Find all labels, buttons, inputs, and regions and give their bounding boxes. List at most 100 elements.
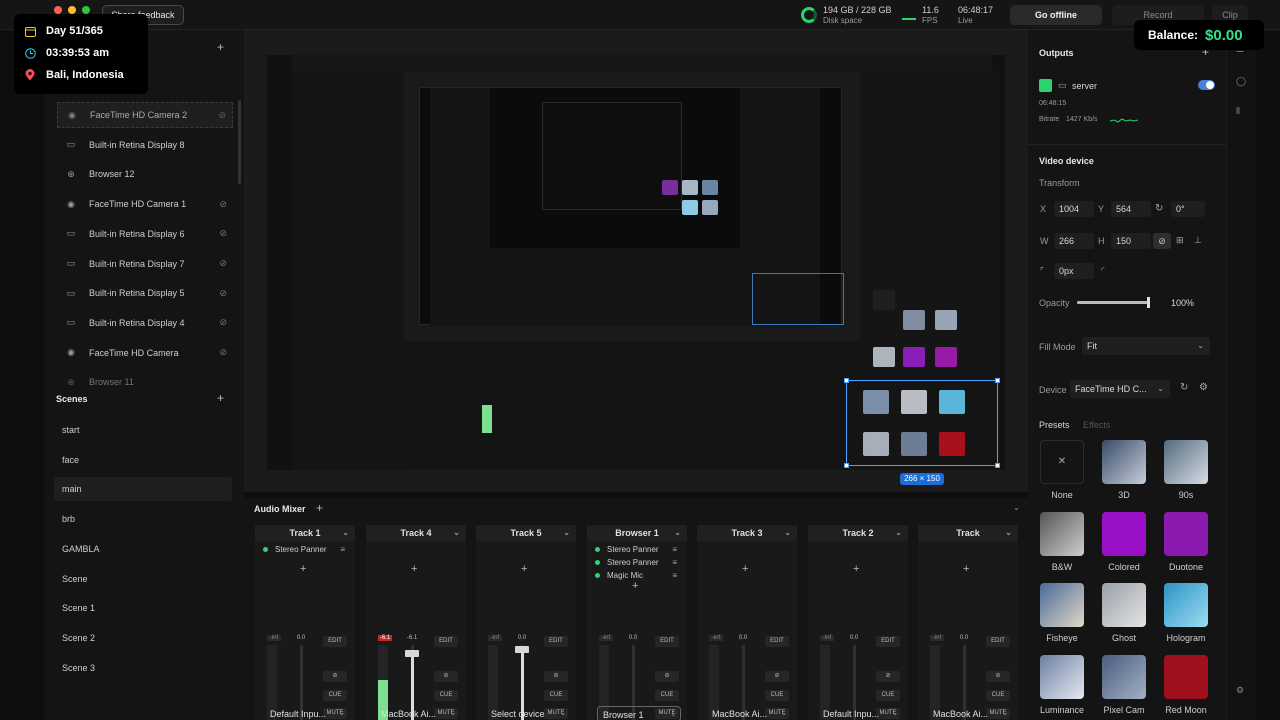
add-effect-icon[interactable]: + bbox=[632, 580, 638, 592]
link-aspect-icon[interactable]: ⊘ bbox=[1153, 233, 1171, 249]
scene-item[interactable]: Scene bbox=[54, 567, 232, 591]
chevron-down-icon[interactable]: ⌄ bbox=[895, 525, 902, 541]
collapse-mixer-icon[interactable]: ⌄ bbox=[1013, 503, 1020, 512]
effect-item[interactable]: Stereo Panner ≡ bbox=[593, 543, 687, 556]
rotation-input[interactable]: 0° bbox=[1171, 201, 1205, 217]
close-window-button[interactable] bbox=[54, 6, 62, 14]
preset-thumbnail[interactable] bbox=[1040, 654, 1084, 699]
effect-settings-icon[interactable]: ≡ bbox=[672, 543, 677, 556]
x-position-input[interactable]: 1004 bbox=[1054, 201, 1094, 217]
program-preview[interactable] bbox=[267, 55, 1005, 470]
layers-scrollbar[interactable] bbox=[238, 100, 241, 184]
corner-shape-icon[interactable]: ◜ bbox=[1101, 265, 1105, 276]
track-header[interactable]: Browser 1 ⌄ bbox=[587, 525, 687, 541]
input-source-select[interactable]: MacBook Ai... ⌄ bbox=[928, 706, 1012, 720]
scene-item[interactable]: Scene 3 bbox=[54, 656, 232, 680]
chat-icon[interactable]: ◯ bbox=[1236, 76, 1246, 87]
add-effect-icon[interactable]: + bbox=[521, 563, 527, 575]
cue-button[interactable]: CUE bbox=[655, 690, 679, 701]
visibility-toggle-icon[interactable]: ⊘ bbox=[219, 258, 227, 269]
gear-icon[interactable]: ⚙ bbox=[1199, 382, 1208, 393]
edit-button[interactable]: EDIT bbox=[876, 636, 900, 647]
visibility-toggle-icon[interactable]: ⊘ bbox=[219, 317, 227, 328]
fader-knob[interactable] bbox=[405, 649, 419, 657]
preset-thumbnail[interactable] bbox=[1040, 511, 1084, 556]
layer-item[interactable]: ▭ Built-in Retina Display 8 bbox=[57, 132, 233, 158]
audio-wave-icon[interactable]: ⦀ bbox=[1236, 106, 1240, 117]
effect-settings-icon[interactable]: ≡ bbox=[672, 556, 677, 569]
track-header[interactable]: Track 1 ⌄ bbox=[255, 525, 355, 541]
preset-thumbnail[interactable] bbox=[1164, 583, 1208, 627]
track-header[interactable]: Track 3 ⌄ bbox=[697, 525, 797, 541]
add-effect-icon[interactable]: + bbox=[742, 563, 748, 575]
chevron-down-icon[interactable]: ⌄ bbox=[342, 525, 349, 541]
layer-item[interactable]: ⊕ Browser 11 bbox=[57, 369, 233, 395]
preset-thumbnail[interactable] bbox=[1164, 654, 1208, 699]
effect-item[interactable]: Magic Mic ≡ bbox=[593, 569, 687, 582]
layer-item[interactable]: ⊕ Browser 12 bbox=[57, 161, 233, 187]
scene-item[interactable]: Scene 1 bbox=[54, 596, 232, 620]
link-icon[interactable]: ⊘ bbox=[434, 671, 458, 682]
cue-button[interactable]: CUE bbox=[434, 690, 458, 701]
cue-button[interactable]: CUE bbox=[323, 690, 347, 701]
preset-thumbnail[interactable] bbox=[1102, 654, 1146, 699]
visibility-toggle-icon[interactable]: ⊘ bbox=[219, 228, 227, 239]
track-header[interactable]: Track 2 ⌄ bbox=[808, 525, 908, 541]
edit-button[interactable]: EDIT bbox=[655, 636, 679, 647]
add-effect-icon[interactable]: + bbox=[963, 563, 969, 575]
layer-item[interactable]: ▭ Built-in Retina Display 5 ⊘ bbox=[57, 280, 233, 306]
layer-item[interactable]: ▭ Built-in Retina Display 4 ⊘ bbox=[57, 310, 233, 336]
edit-button[interactable]: EDIT bbox=[986, 636, 1010, 647]
add-effect-icon[interactable]: + bbox=[411, 563, 417, 575]
preset-thumbnail[interactable] bbox=[1164, 511, 1208, 556]
align-bottom-icon[interactable]: ⊥ bbox=[1194, 235, 1202, 246]
chevron-down-icon[interactable]: ⌄ bbox=[563, 525, 570, 541]
add-scene-icon[interactable]: + bbox=[217, 391, 224, 405]
visibility-toggle-icon[interactable]: ⊘ bbox=[219, 199, 227, 210]
link-icon[interactable]: ⊘ bbox=[544, 671, 568, 682]
chevron-down-icon[interactable]: ⌄ bbox=[453, 525, 460, 541]
selection-box[interactable] bbox=[846, 380, 998, 466]
input-source-select[interactable]: Select device ⌄ bbox=[486, 706, 570, 720]
input-source-select[interactable]: Default Inpu... ⌄ bbox=[818, 706, 902, 720]
visibility-toggle-icon[interactable]: ⊘ bbox=[219, 288, 227, 299]
chevron-down-icon[interactable]: ⌄ bbox=[674, 525, 681, 541]
track-header[interactable]: Track 5 ⌄ bbox=[476, 525, 576, 541]
input-source-select[interactable]: MacBook Ai... ⌄ bbox=[376, 706, 460, 720]
link-icon[interactable]: ⊘ bbox=[655, 671, 679, 682]
layer-item[interactable]: ◉ FaceTime HD Camera 2 ⊘ bbox=[57, 102, 233, 128]
preset-thumbnail[interactable] bbox=[1102, 440, 1146, 484]
link-icon[interactable]: ⊘ bbox=[765, 671, 789, 682]
corner-radius-input[interactable]: 0px bbox=[1054, 263, 1094, 279]
effect-item[interactable]: Stereo Panner ≡ bbox=[593, 556, 687, 569]
edit-button[interactable]: EDIT bbox=[765, 636, 789, 647]
add-effect-icon[interactable]: + bbox=[853, 563, 859, 575]
height-input[interactable]: 150 bbox=[1111, 233, 1151, 249]
input-source-select[interactable]: MacBook Ai... ⌄ bbox=[707, 706, 791, 720]
effect-item[interactable]: Stereo Panner ≡ bbox=[261, 543, 355, 556]
visibility-toggle-icon[interactable]: ⊘ bbox=[218, 110, 226, 121]
effect-settings-icon[interactable]: ≡ bbox=[340, 543, 345, 556]
add-layer-icon[interactable]: + bbox=[217, 40, 224, 54]
layer-item[interactable]: ◉ FaceTime HD Camera 1 ⊘ bbox=[57, 191, 233, 217]
cue-button[interactable]: CUE bbox=[986, 690, 1010, 701]
layer-item[interactable]: ▭ Built-in Retina Display 6 ⊘ bbox=[57, 221, 233, 247]
cue-button[interactable]: CUE bbox=[765, 690, 789, 701]
tab-presets[interactable]: Presets bbox=[1039, 420, 1070, 430]
preset-thumbnail[interactable] bbox=[1040, 583, 1084, 627]
zoom-window-button[interactable] bbox=[82, 6, 90, 14]
effect-settings-icon[interactable]: ≡ bbox=[672, 569, 677, 582]
preset-thumbnail[interactable] bbox=[1164, 440, 1208, 484]
add-track-icon[interactable]: + bbox=[316, 501, 323, 515]
input-source-select[interactable]: Default Inpu... ⌄ bbox=[265, 706, 349, 720]
align-center-icon[interactable]: ⊞ bbox=[1176, 235, 1184, 246]
preset-thumbnail[interactable] bbox=[1102, 583, 1146, 627]
cue-button[interactable]: CUE bbox=[876, 690, 900, 701]
output-toggle[interactable] bbox=[1198, 80, 1215, 90]
cue-button[interactable]: CUE bbox=[544, 690, 568, 701]
link-icon[interactable]: ⊘ bbox=[323, 671, 347, 682]
scene-item[interactable]: GAMBLA bbox=[54, 537, 232, 561]
fill-mode-select[interactable]: Fit ⌄ bbox=[1082, 337, 1210, 355]
go-offline-button[interactable]: Go offline bbox=[1010, 5, 1102, 25]
preset-thumbnail[interactable] bbox=[1102, 511, 1146, 556]
